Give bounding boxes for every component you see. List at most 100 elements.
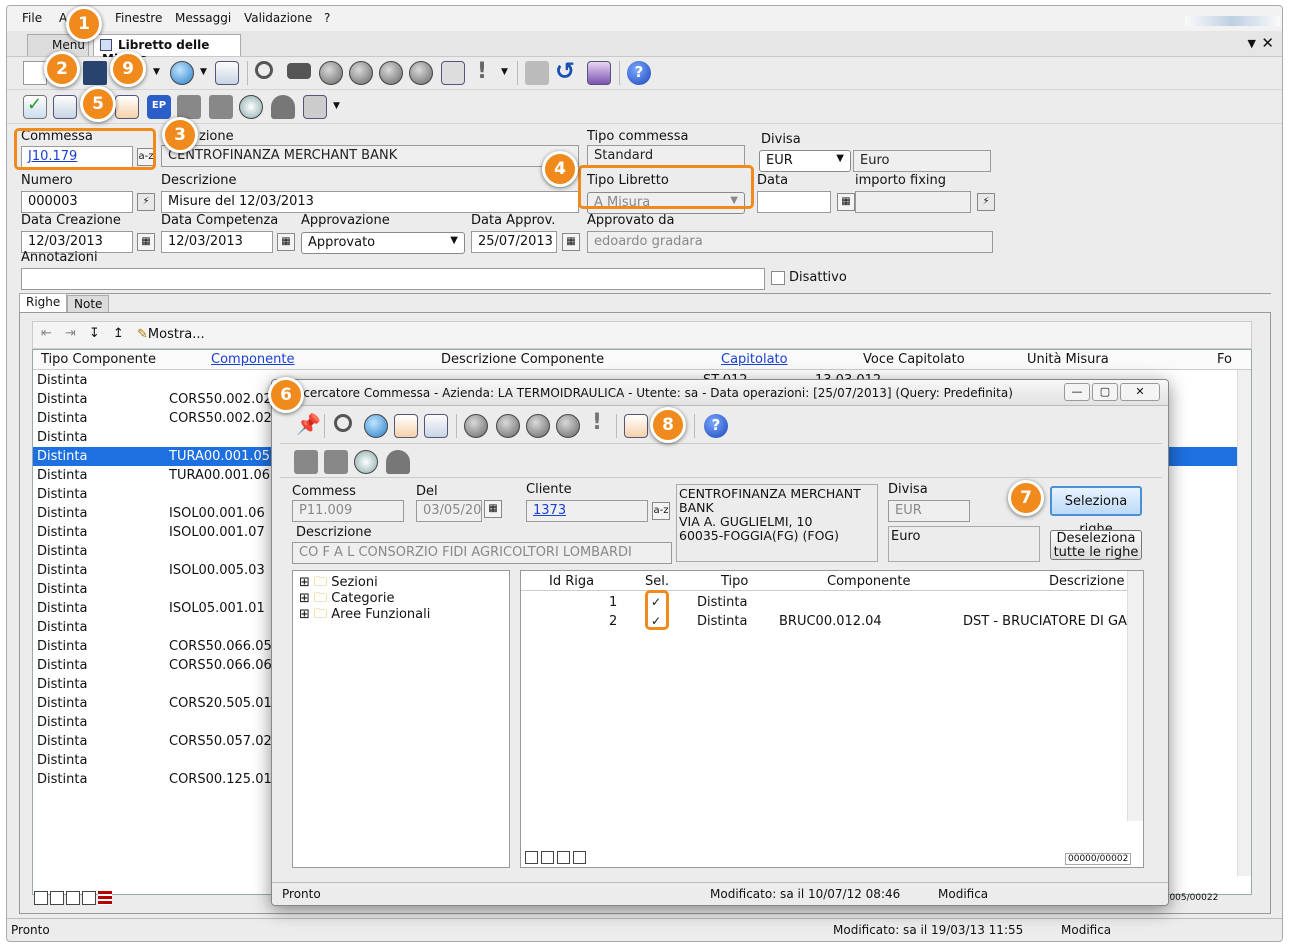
col-sel[interactable]: Sel. [645, 574, 669, 589]
data-field[interactable] [757, 191, 831, 213]
nav-doc-icon[interactable] [541, 851, 554, 864]
data-competenza-field[interactable]: 12/03/2013 [161, 231, 273, 253]
table-row[interactable]: 2 ✓ Distinta BRUC00.012.04 DST - BRUCIAT… [521, 612, 1135, 631]
binoculars-icon[interactable] [287, 63, 311, 79]
close-icon[interactable]: ✕ [1261, 34, 1274, 52]
sync-icon[interactable] [239, 95, 263, 119]
preview-icon[interactable] [53, 95, 77, 119]
help-icon[interactable]: ? [627, 61, 651, 85]
nav-doc-icon[interactable] [50, 891, 64, 905]
tab-righe[interactable]: Righe [19, 293, 68, 313]
print-icon[interactable] [624, 414, 648, 438]
calendar-icon[interactable]: ▦ [837, 193, 855, 211]
last-record-icon[interactable] [409, 61, 433, 85]
seleziona-righe-button[interactable]: Seleziona righe [1050, 486, 1142, 537]
previous-record-icon[interactable] [349, 61, 373, 85]
export-icon[interactable] [209, 95, 233, 119]
mostra-button[interactable]: ✎Mostra... [137, 327, 205, 342]
calendar-icon[interactable]: ▦ [562, 233, 580, 251]
cliente-link[interactable]: 1373 [533, 503, 566, 518]
descrizione-field[interactable]: Misure del 12/03/2013 [161, 191, 579, 213]
col-componente[interactable]: Componente [211, 352, 294, 367]
settings-window-icon[interactable] [424, 414, 448, 438]
menu-help[interactable]: ? [324, 11, 330, 25]
print-icon[interactable] [115, 95, 139, 119]
stamp-icon[interactable] [386, 450, 410, 474]
outdent-icon[interactable]: ⇥ [65, 326, 76, 341]
alert-dropdown-icon[interactable]: ▼ [501, 67, 508, 77]
nav-doc-icon[interactable] [34, 891, 48, 905]
next-record-icon[interactable] [526, 414, 550, 438]
stamp-icon[interactable] [271, 95, 295, 119]
col-descrizione[interactable]: Descrizione [1049, 574, 1125, 589]
col-componente[interactable]: Componente [827, 574, 910, 589]
import-icon[interactable] [294, 450, 318, 474]
first-record-icon[interactable] [464, 414, 488, 438]
nav-doc-icon[interactable] [82, 891, 96, 905]
save-icon[interactable] [83, 61, 107, 85]
divisa-select[interactable]: EUR ▼ [759, 150, 851, 172]
grid-scrollbar[interactable] [1237, 370, 1251, 876]
sort-up-icon[interactable]: ↥ [113, 326, 124, 341]
previous-record-icon[interactable] [496, 414, 520, 438]
first-record-icon[interactable] [319, 61, 343, 85]
edit-icon[interactable] [394, 414, 418, 438]
globe-dropdown-icon[interactable]: ▼ [200, 67, 207, 77]
menu-file[interactable]: File [22, 11, 42, 25]
delete-icon[interactable] [525, 61, 549, 85]
col-capitolato[interactable]: Capitolato [721, 352, 788, 367]
last-record-icon[interactable] [556, 414, 580, 438]
menu-messaggi[interactable]: Messaggi [175, 11, 231, 25]
layout-dropdown-icon[interactable]: ▼ [333, 101, 340, 111]
col-unita-misura[interactable]: Unità Misura [1027, 352, 1109, 367]
numero-action-icon[interactable]: ⚡ [137, 193, 155, 211]
next-record-icon[interactable] [379, 61, 403, 85]
dlg-cliente-field[interactable]: 1373 [526, 500, 648, 522]
globe-icon[interactable] [364, 414, 388, 438]
menu-finestre[interactable]: Finestre [115, 11, 162, 25]
deseleziona-button[interactable]: Deseleziona tutte le righe [1050, 530, 1142, 560]
dialog-grid-scrollbar[interactable] [1127, 571, 1143, 821]
table-row[interactable]: 1 ✓ Distinta [521, 593, 1127, 612]
indent-icon[interactable]: ⇤ [41, 326, 52, 341]
layout-icon[interactable] [303, 95, 327, 119]
cliente-lookup-icon[interactable]: a-z [652, 502, 670, 520]
calendar-icon[interactable]: ▦ [484, 500, 502, 518]
undo-icon[interactable]: ↺ [555, 57, 575, 85]
maximize-icon[interactable]: ▢ [1092, 383, 1118, 401]
search-icon[interactable] [334, 414, 352, 432]
nav-doc-icon[interactable] [66, 891, 80, 905]
disattivo-checkbox[interactable] [771, 271, 785, 285]
help-icon[interactable]: ? [704, 414, 728, 438]
col-voce-capitolato[interactable]: Voce Capitolato [863, 352, 965, 367]
validate-icon[interactable]: ✓ [23, 94, 47, 119]
fixing-action-icon[interactable]: ⚡ [977, 193, 995, 211]
settings-window-icon[interactable] [215, 61, 239, 85]
nav-doc-icon[interactable] [525, 851, 538, 864]
attach-icon[interactable] [441, 61, 465, 85]
menu-validazione[interactable]: Validazione [244, 11, 312, 25]
minimize-icon[interactable]: — [1064, 383, 1090, 401]
annotazioni-field[interactable] [21, 268, 765, 290]
sync-icon[interactable] [354, 450, 378, 474]
close-icon[interactable]: ✕ [1120, 383, 1160, 401]
pin-icon[interactable]: 📌 [296, 412, 321, 436]
tab-libretto[interactable]: Libretto delle Misure [93, 34, 241, 66]
col-tipo-componente[interactable]: Tipo Componente [41, 352, 156, 367]
tab-note[interactable]: Note [67, 295, 110, 313]
ep-icon[interactable]: EP [147, 95, 171, 119]
globe-icon[interactable] [170, 61, 194, 85]
nav-doc-icon[interactable] [573, 851, 586, 864]
col-descrizione-componente[interactable]: Descrizione Componente [441, 352, 604, 367]
nav-list-icon[interactable] [98, 891, 112, 905]
search-icon[interactable] [255, 61, 273, 79]
tree-item-aree-funzionali[interactable]: ⊞ 🗀 Aree Funzionali [299, 605, 430, 627]
calendar-icon[interactable]: ▦ [137, 233, 155, 251]
alert-icon[interactable]: ! [592, 410, 602, 435]
numero-field[interactable]: 000003 [21, 191, 133, 213]
tools-icon[interactable] [587, 61, 611, 85]
approvazione-select[interactable]: Approvato ▼ [301, 232, 465, 254]
col-tipo[interactable]: Tipo [721, 574, 748, 589]
alert-icon[interactable]: ! [477, 59, 487, 84]
sort-down-icon[interactable]: ↧ [89, 326, 100, 341]
